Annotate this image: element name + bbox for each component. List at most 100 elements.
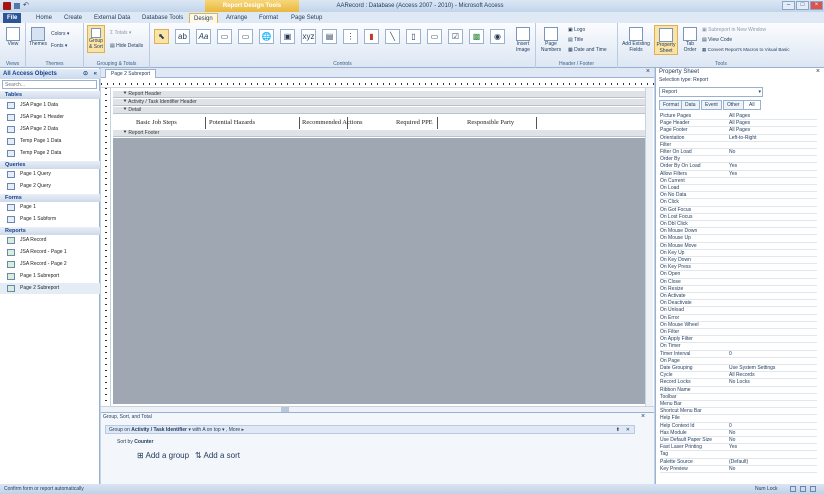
- web-browser-tool-icon[interactable]: ▣: [280, 29, 295, 44]
- property-value[interactable]: (Default): [729, 459, 748, 466]
- property-row[interactable]: On Timer: [660, 343, 817, 351]
- property-row[interactable]: Menu Bar: [660, 401, 817, 409]
- nav-item-report[interactable]: JSA Record: [0, 235, 100, 246]
- nav-section-reports[interactable]: Reports: [0, 227, 100, 235]
- nav-item-form[interactable]: Page 1 Subform: [0, 214, 100, 225]
- nav-collapse-icon[interactable]: «: [94, 69, 97, 79]
- convert-macros-button[interactable]: ▦ Convert Report's Macros to Visual Basi…: [702, 47, 790, 53]
- group-sort-close-icon[interactable]: ×: [641, 413, 645, 420]
- sort-field[interactable]: Counter: [134, 439, 153, 445]
- property-row[interactable]: On Got Focus: [660, 207, 817, 214]
- checkbox-tool-icon[interactable]: ☑: [448, 29, 463, 44]
- property-row[interactable]: Key Preview No: [660, 466, 817, 473]
- subreport-new-window-button[interactable]: ▣ Subreport in New Window: [702, 27, 766, 33]
- button-tool-icon[interactable]: ▭: [217, 29, 232, 44]
- property-row[interactable]: Page Footer All Pages: [660, 127, 817, 135]
- nav-item-table[interactable]: Temp Page 1 Data: [0, 136, 100, 147]
- sort-level-row[interactable]: Sort by Counter: [117, 439, 153, 445]
- property-row[interactable]: On Current: [660, 178, 817, 185]
- property-sheet-button[interactable]: Property Sheet: [654, 25, 678, 55]
- tab-file[interactable]: File: [3, 13, 22, 23]
- property-row[interactable]: On Load: [660, 185, 817, 193]
- property-row[interactable]: On Mouse Up: [660, 235, 817, 243]
- view-button[interactable]: View: [3, 27, 23, 47]
- column-label[interactable]: Responsible Party: [467, 117, 537, 129]
- add-existing-fields-button[interactable]: Add Existing Fields: [621, 27, 651, 53]
- nav-item-table[interactable]: JSA Page 1 Header: [0, 112, 100, 123]
- save-icon[interactable]: [14, 3, 20, 9]
- ps-tab-all[interactable]: All: [743, 100, 761, 110]
- group-field[interactable]: Activity / Task Identifier: [131, 427, 187, 433]
- tab-arrange[interactable]: Arrange: [222, 13, 251, 23]
- object-frame-tool-icon[interactable]: ▩: [469, 29, 484, 44]
- maximize-button[interactable]: □: [796, 1, 809, 10]
- property-row[interactable]: On Activate: [660, 293, 817, 301]
- group-more-link[interactable]: More: [229, 427, 240, 433]
- property-value[interactable]: No: [729, 430, 735, 437]
- view-code-button[interactable]: ▤ View Code: [702, 37, 732, 43]
- property-value[interactable]: Yes: [729, 171, 737, 178]
- nav-header[interactable]: All Access Objects ⊙ «: [0, 69, 100, 79]
- fonts-button[interactable]: Fonts ▾: [51, 43, 67, 49]
- object-selector[interactable]: Report ▾: [659, 87, 763, 97]
- property-value[interactable]: 0: [729, 351, 732, 358]
- nav-section-forms[interactable]: Forms: [0, 194, 100, 202]
- navigation-tool-icon[interactable]: xyz: [301, 29, 316, 44]
- minimize-button[interactable]: –: [782, 1, 795, 10]
- property-row[interactable]: On Mouse Wheel: [660, 322, 817, 329]
- tab-format[interactable]: Format: [255, 13, 282, 23]
- property-value[interactable]: No: [729, 466, 735, 473]
- property-value[interactable]: Use System Settings: [729, 365, 775, 372]
- property-value[interactable]: All Pages: [729, 127, 750, 134]
- close-document-icon[interactable]: ×: [646, 68, 650, 75]
- page-header-band[interactable]: ⯆ Activity / Task Identifier Header: [113, 99, 648, 106]
- property-value[interactable]: Yes: [729, 444, 737, 451]
- group-sort-button[interactable]: Group & Sort: [87, 25, 105, 53]
- tab-design[interactable]: Design: [189, 13, 218, 23]
- logo-button[interactable]: ▣ Logo: [568, 27, 585, 33]
- rectangle-tool-icon[interactable]: ▭: [427, 29, 442, 44]
- undo-icon[interactable]: ↶: [23, 1, 29, 9]
- option-button-tool-icon[interactable]: ◉: [490, 29, 505, 44]
- group-order[interactable]: with A on top: [192, 427, 220, 433]
- add-group-button[interactable]: ⊞ Add a group: [137, 451, 189, 460]
- property-row[interactable]: On Open: [660, 271, 817, 279]
- property-value[interactable]: No Locks: [729, 379, 750, 386]
- report-footer-band[interactable]: ⯆ Report Footer: [113, 130, 648, 137]
- chart-tool-icon[interactable]: ▮: [364, 29, 379, 44]
- close-button[interactable]: ×: [810, 1, 823, 10]
- title-button[interactable]: ▤ Title: [568, 37, 583, 43]
- property-row[interactable]: On Key Press: [660, 264, 817, 272]
- colors-button[interactable]: Colors ▾: [51, 31, 69, 37]
- property-row[interactable]: On Lost Focus: [660, 214, 817, 221]
- property-row[interactable]: Record Locks No Locks: [660, 379, 817, 387]
- column-label[interactable]: Required PPE: [396, 117, 438, 129]
- nav-section-queries[interactable]: Queries: [0, 161, 100, 169]
- property-row[interactable]: On Mouse Down: [660, 228, 817, 236]
- tab-page-setup[interactable]: Page Setup: [287, 13, 326, 23]
- nav-item-query[interactable]: Page 2 Query: [0, 181, 100, 192]
- property-row[interactable]: Allow Filters Yes: [660, 171, 817, 178]
- report-header-band[interactable]: ⯆ Report Header: [113, 91, 648, 98]
- property-value[interactable]: All Records: [729, 372, 755, 379]
- tab-control-tool-icon[interactable]: ▭: [238, 29, 253, 44]
- ps-tab-data[interactable]: Data: [681, 100, 700, 110]
- property-value[interactable]: No: [729, 149, 735, 156]
- nav-item-report[interactable]: JSA Record - Page 2: [0, 259, 100, 270]
- property-row[interactable]: Filter On Load No: [660, 149, 817, 157]
- property-row[interactable]: Order By On Load Yes: [660, 163, 817, 171]
- property-row[interactable]: Help File: [660, 415, 817, 423]
- property-row[interactable]: Filter: [660, 142, 817, 149]
- vertical-scrollbar[interactable]: [645, 88, 653, 406]
- property-row[interactable]: On Mouse Move: [660, 243, 817, 250]
- property-row[interactable]: On No Data: [660, 192, 817, 200]
- property-row[interactable]: On Resize: [660, 286, 817, 293]
- group-level-row[interactable]: Group on Activity / Task Identifier ▾ wi…: [105, 425, 635, 434]
- view-icon[interactable]: [800, 486, 806, 492]
- column-label[interactable]: Basic Job Steps: [136, 117, 206, 129]
- totals-button[interactable]: Σ Totals ▾: [110, 30, 131, 36]
- property-row[interactable]: Palette Source (Default): [660, 459, 817, 466]
- nav-item-table[interactable]: JSA Page 1 Data: [0, 100, 100, 111]
- ps-tab-event[interactable]: Event: [701, 100, 722, 110]
- detail-band[interactable]: ⯆ Detail: [113, 107, 648, 114]
